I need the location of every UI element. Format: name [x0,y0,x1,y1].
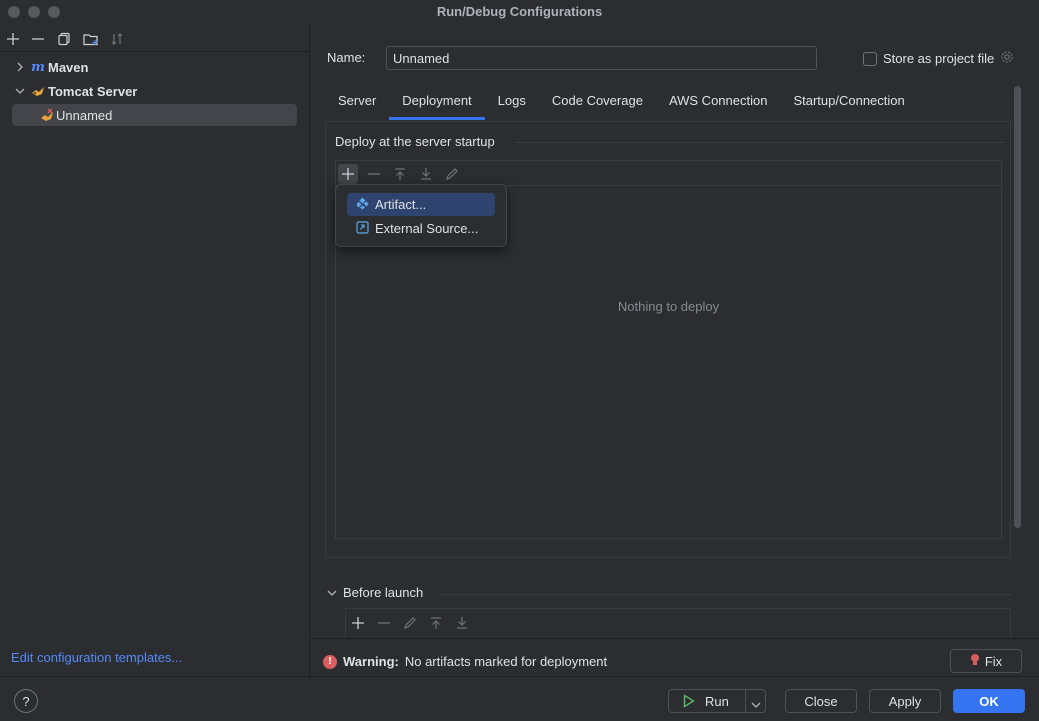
remove-icon[interactable] [29,30,47,48]
external-source-icon [356,220,369,237]
title-bar: Run/Debug Configurations [0,0,1039,24]
chevron-down-icon[interactable] [12,87,28,95]
sort-icon[interactable] [108,30,126,48]
ok-button[interactable]: OK [953,689,1025,713]
config-tabs: Server Deployment Logs Code Coverage AWS… [325,88,918,120]
tab-logs[interactable]: Logs [485,88,539,120]
chevron-right-icon[interactable] [12,62,28,72]
name-label: Name: [327,50,366,65]
tab-code-coverage[interactable]: Code Coverage [539,88,656,120]
split-divider [745,690,746,712]
tree-item-tomcat-server[interactable]: Tomcat Server [12,80,297,102]
folder-icon[interactable] [82,30,100,48]
deploy-list-toolbar [336,161,1001,186]
tomcat-error-icon [12,108,56,122]
fix-button[interactable]: Fix [950,649,1022,673]
fix-label: Fix [984,653,1003,669]
warning-bar: ! Warning: No artifacts marked for deplo… [311,638,1039,676]
run-label: Run [705,694,729,709]
run-debug-dialog: Run/Debug Configurations m Maven Tomcat … [0,0,1039,721]
help-button[interactable]: ? [14,689,38,713]
error-icon: ! [323,654,337,669]
sidebar-separator [0,51,310,52]
remove-icon[interactable] [364,164,384,184]
maven-icon: m [31,59,45,75]
deploy-section-title: Deploy at the server startup [335,134,495,149]
tree-label-tomcat-server: Tomcat Server [48,83,138,99]
window-title: Run/Debug Configurations [436,4,603,19]
warning-text: No artifacts marked for deployment [404,654,608,669]
before-launch-divider [438,594,1011,595]
play-icon [683,694,695,711]
chevron-down-icon[interactable] [751,697,761,712]
artifact-icon [356,197,369,213]
before-launch-title: Before launch [343,585,424,600]
scrollbar[interactable] [1014,86,1021,528]
name-field[interactable] [386,46,817,70]
add-deployment-popup: Artifact... External Source... [335,184,507,247]
menu-label-external-source: External Source... [375,221,479,236]
add-icon[interactable] [4,30,22,48]
tree-label-unnamed: Unnamed [56,107,113,123]
warning-message: ! Warning: No artifacts marked for deplo… [323,654,607,669]
edit-task-icon[interactable] [400,613,420,633]
tab-deployment[interactable]: Deployment [389,88,486,120]
chevron-down-icon[interactable] [327,585,337,600]
store-as-project-file-checkbox[interactable] [863,51,877,66]
add-artifact-icon[interactable] [338,164,358,184]
tree-label-maven: Maven [48,59,89,75]
sidebar-toolbar [0,28,310,50]
warning-prefix: Warning: [343,654,399,669]
before-launch-header[interactable]: Before launch [327,585,423,600]
copy-icon[interactable] [55,30,73,48]
tab-server[interactable]: Server [325,88,389,120]
store-as-project-file[interactable]: Store as project file [863,50,1014,67]
add-task-icon[interactable] [348,613,368,633]
dialog-footer: ? Run Close Apply OK [0,676,1039,721]
remove-task-icon[interactable] [374,613,394,633]
menu-item-artifact[interactable]: Artifact... [347,193,495,216]
move-task-down-icon[interactable] [452,613,472,633]
run-button[interactable]: Run [668,689,766,713]
tomcat-icon [28,85,48,97]
configuration-editor: Name: Store as project file Server Deplo… [311,24,1039,676]
apply-button[interactable]: Apply [869,689,941,713]
menu-item-external-source[interactable]: External Source... [347,217,495,240]
tree-item-maven[interactable]: m Maven [12,56,297,78]
gear-icon[interactable] [1000,50,1014,67]
tab-startup-connection[interactable]: Startup/Connection [780,88,917,120]
tab-aws-connection[interactable]: AWS Connection [656,88,781,120]
move-task-up-icon[interactable] [426,613,446,633]
edit-configuration-templates-link[interactable]: Edit configuration templates... [11,650,182,665]
close-button[interactable]: Close [785,689,857,713]
lightbulb-icon [970,653,980,670]
section-divider [515,142,1005,143]
tree-item-unnamed[interactable]: Unnamed [12,104,297,126]
move-down-icon[interactable] [416,164,436,184]
configurations-sidebar: m Maven Tomcat Server Unnamed Edit confi… [0,24,310,676]
empty-state-text: Nothing to deploy [617,299,720,314]
before-launch-list [345,608,1011,638]
move-up-icon[interactable] [390,164,410,184]
store-as-project-file-label: Store as project file [883,51,995,66]
edit-icon[interactable] [442,164,462,184]
menu-label-artifact: Artifact... [375,197,427,212]
